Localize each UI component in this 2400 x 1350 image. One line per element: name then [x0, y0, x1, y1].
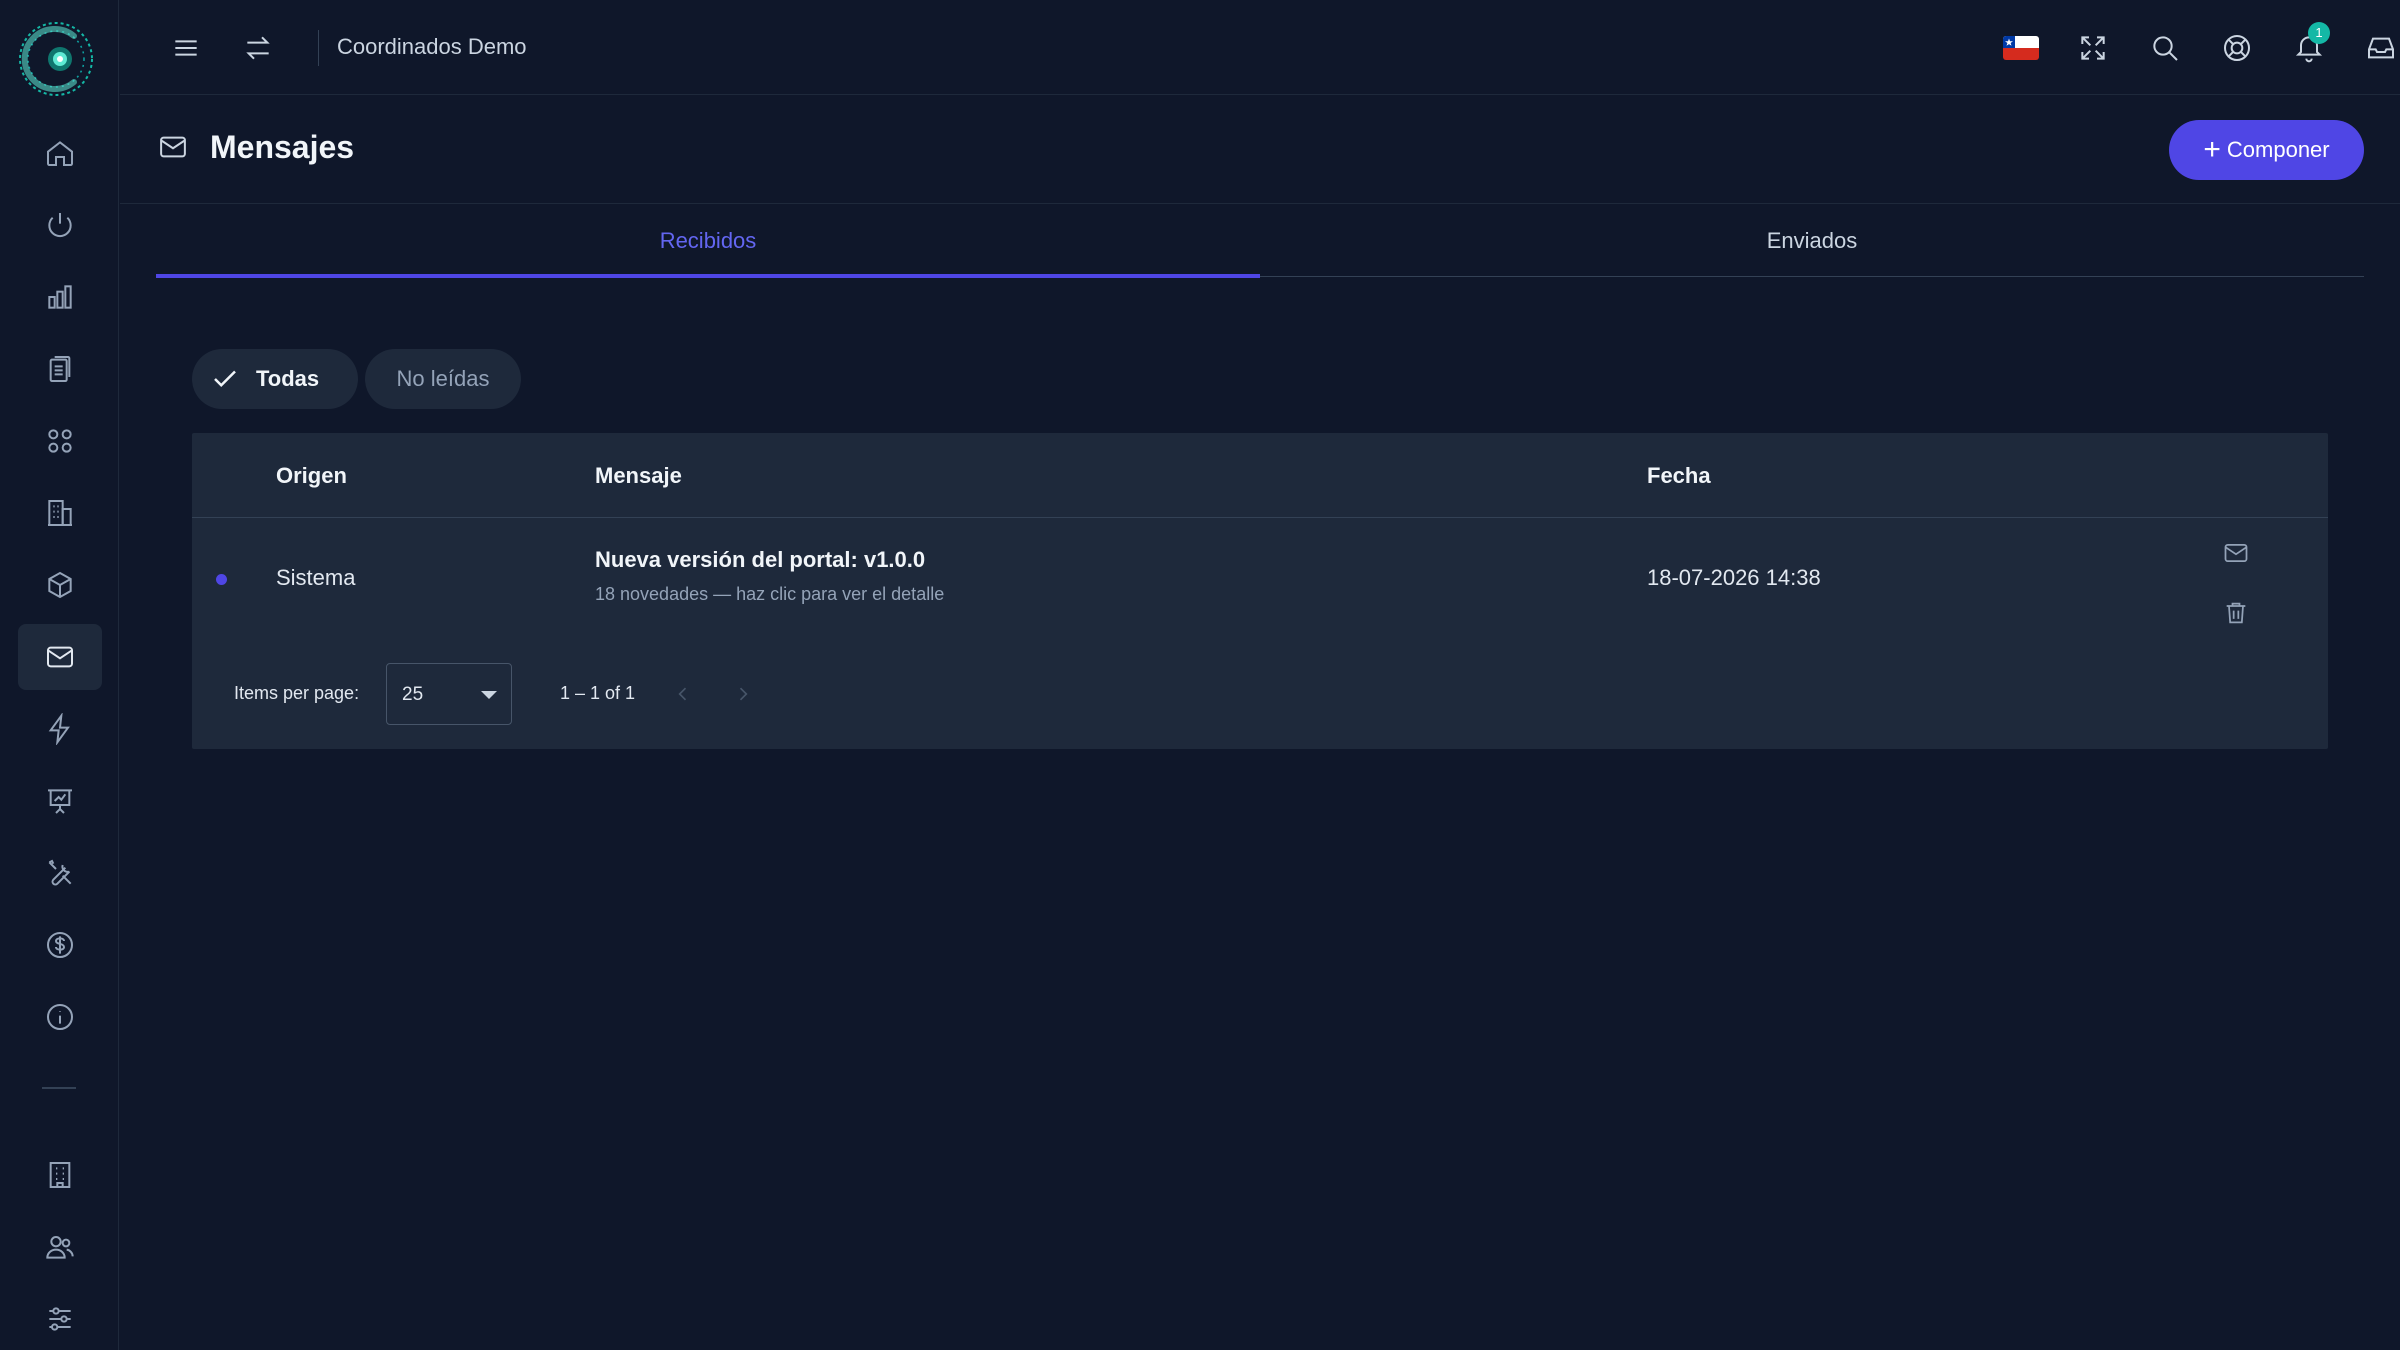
page-header: Mensajes + Componer — [120, 96, 2400, 204]
cube-icon — [48, 571, 72, 599]
top-bar: Coordinados Demo 1 — [120, 0, 2400, 95]
table-header: Origen Mensaje Fecha — [192, 433, 2328, 518]
items-per-page-label: Items per page: — [234, 683, 360, 703]
swap-icon — [246, 36, 270, 60]
sidebar-item-assets[interactable] — [18, 552, 102, 618]
clipboard-icon — [49, 356, 71, 382]
sidebar-item-companies[interactable] — [18, 1142, 102, 1208]
fullscreen-button[interactable] — [2073, 28, 2113, 68]
menu-icon — [175, 40, 197, 56]
compose-label: Componer — [2226, 137, 2330, 162]
organization-name: Coordinados Demo — [337, 34, 527, 59]
mail-icon — [156, 132, 190, 162]
search-button[interactable] — [2145, 28, 2185, 68]
message-tabs: Recibidos Enviados — [156, 205, 2364, 278]
column-header-date[interactable]: Fecha — [1647, 463, 1711, 489]
message-subtitle: 18 novedades — haz clic para ver el deta… — [595, 584, 945, 604]
page-range: 1 – 1 of 1 — [560, 683, 636, 703]
home-icon — [47, 141, 73, 166]
sliders-icon — [49, 1307, 71, 1331]
mark-read-button[interactable] — [2216, 533, 2256, 573]
compose-button[interactable]: + Componer — [2169, 120, 2364, 180]
office-building-icon — [49, 1162, 71, 1188]
message-title[interactable]: Nueva versión del portal: v1.0.0 — [595, 547, 925, 573]
page-size-value: 25 — [402, 684, 424, 705]
inbox-icon — [2368, 37, 2394, 59]
menu-toggle-button[interactable] — [166, 28, 206, 68]
info-icon — [47, 1004, 73, 1030]
bar-chart-icon — [48, 285, 72, 309]
sidebar-item-documents[interactable] — [18, 336, 102, 402]
sidebar-item-users[interactable] — [18, 1214, 102, 1280]
table-row[interactable]: Sistema Nueva versión del portal: v1.0.0… — [192, 519, 2328, 639]
filter-all-label: Todas — [256, 366, 320, 391]
messages-table: Origen Mensaje Fecha Sistema Nueva versi… — [192, 433, 2328, 749]
inbox-button[interactable] — [2361, 28, 2400, 68]
chevron-down-icon — [481, 691, 497, 699]
tab-sent[interactable]: Enviados — [1260, 205, 2364, 276]
notification-badge: 1 — [2308, 22, 2330, 44]
switch-organization-button[interactable] — [238, 28, 278, 68]
chevron-right-icon — [739, 687, 748, 701]
mail-icon — [2224, 543, 2248, 563]
message-origin: Sistema — [276, 565, 356, 590]
sidebar-item-presentation[interactable] — [18, 768, 102, 834]
page-title: Mensajes — [210, 129, 355, 165]
sidebar-item-apps[interactable] — [18, 408, 102, 474]
filter-unread-chip[interactable]: No leídas — [365, 349, 521, 409]
trash-icon — [2226, 602, 2246, 624]
sidebar-item-info[interactable] — [18, 984, 102, 1050]
sidebar — [0, 0, 119, 1350]
previous-page-button[interactable] — [666, 677, 700, 711]
delete-button[interactable] — [2216, 593, 2256, 633]
topbar-separator — [318, 30, 319, 66]
app-logo[interactable] — [16, 16, 96, 102]
unread-indicator — [216, 574, 227, 585]
sidebar-item-billing[interactable] — [18, 912, 102, 978]
mail-icon — [47, 646, 73, 668]
grid-icon — [48, 429, 72, 453]
sidebar-item-reports[interactable] — [18, 264, 102, 330]
sidebar-item-settings[interactable] — [18, 1286, 102, 1350]
tab-received[interactable]: Recibidos — [156, 205, 1260, 278]
sidebar-item-power[interactable] — [18, 192, 102, 258]
fullscreen-icon — [2081, 36, 2105, 60]
column-header-message[interactable]: Mensaje — [595, 463, 682, 489]
sidebar-item-messages[interactable] — [18, 624, 102, 690]
sidebar-item-home[interactable] — [18, 120, 102, 186]
plus-icon: + — [2203, 133, 2221, 166]
chile-flag-icon[interactable] — [2003, 36, 2039, 60]
presentation-chart-icon — [48, 789, 72, 814]
column-header-origin[interactable]: Origen — [276, 463, 347, 489]
support-button[interactable] — [2217, 28, 2257, 68]
search-icon — [2153, 36, 2178, 61]
paginator: Items per page: 25 1 – 1 of 1 — [192, 663, 2328, 725]
next-page-button[interactable] — [726, 677, 760, 711]
filter-all-chip[interactable]: Todas — [192, 349, 358, 409]
sidebar-item-tools[interactable] — [18, 840, 102, 906]
dollar-icon — [47, 932, 73, 958]
power-icon — [48, 213, 72, 237]
building-icon — [48, 500, 72, 526]
page-size-select[interactable]: 25 — [386, 663, 512, 725]
message-date: 18-07-2026 14:38 — [1647, 565, 1821, 590]
bolt-icon — [48, 713, 70, 745]
chevron-left-icon — [678, 687, 687, 701]
tools-icon — [48, 859, 72, 886]
check-icon — [214, 370, 236, 388]
sidebar-item-energy[interactable] — [18, 696, 102, 762]
support-icon — [2224, 35, 2250, 61]
sidebar-item-facilities[interactable] — [18, 480, 102, 546]
users-icon — [46, 1236, 74, 1259]
sidebar-divider — [42, 1087, 76, 1089]
